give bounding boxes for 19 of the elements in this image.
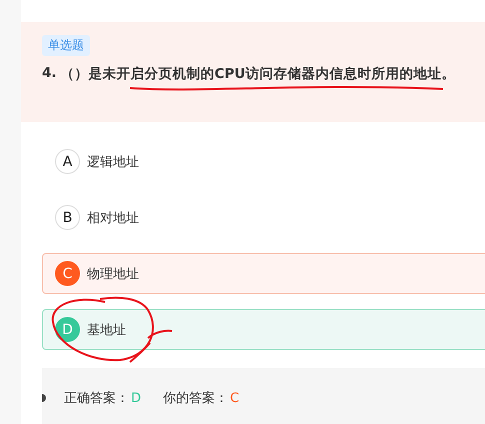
- option-text: 物理地址: [87, 266, 139, 282]
- answer-option[interactable]: C 物理地址: [42, 253, 485, 294]
- option-letter: D: [55, 317, 80, 342]
- answer-option[interactable]: D 基地址: [42, 309, 485, 350]
- answer-option[interactable]: B 相对地址: [42, 197, 485, 238]
- option-text: 基地址: [87, 322, 126, 338]
- correct-answer-value: D: [131, 390, 142, 406]
- option-letter: C: [55, 261, 80, 286]
- question-number: 4.: [42, 65, 57, 83]
- question-type-tag: 单选题: [42, 35, 90, 56]
- answer-option[interactable]: A 逻辑地址: [42, 141, 485, 182]
- option-letter: B: [55, 205, 80, 230]
- your-answer-value: C: [230, 390, 240, 406]
- your-answer-label: 你的答案：: [163, 390, 228, 407]
- option-letter: A: [55, 149, 80, 174]
- option-text: 相对地址: [87, 210, 139, 226]
- correct-answer-label: 正确答案：: [64, 390, 129, 407]
- question-text: （）是未开启分页机制的CPU访问存储器内信息时所用的地址。: [60, 65, 456, 83]
- option-text: 逻辑地址: [87, 154, 139, 170]
